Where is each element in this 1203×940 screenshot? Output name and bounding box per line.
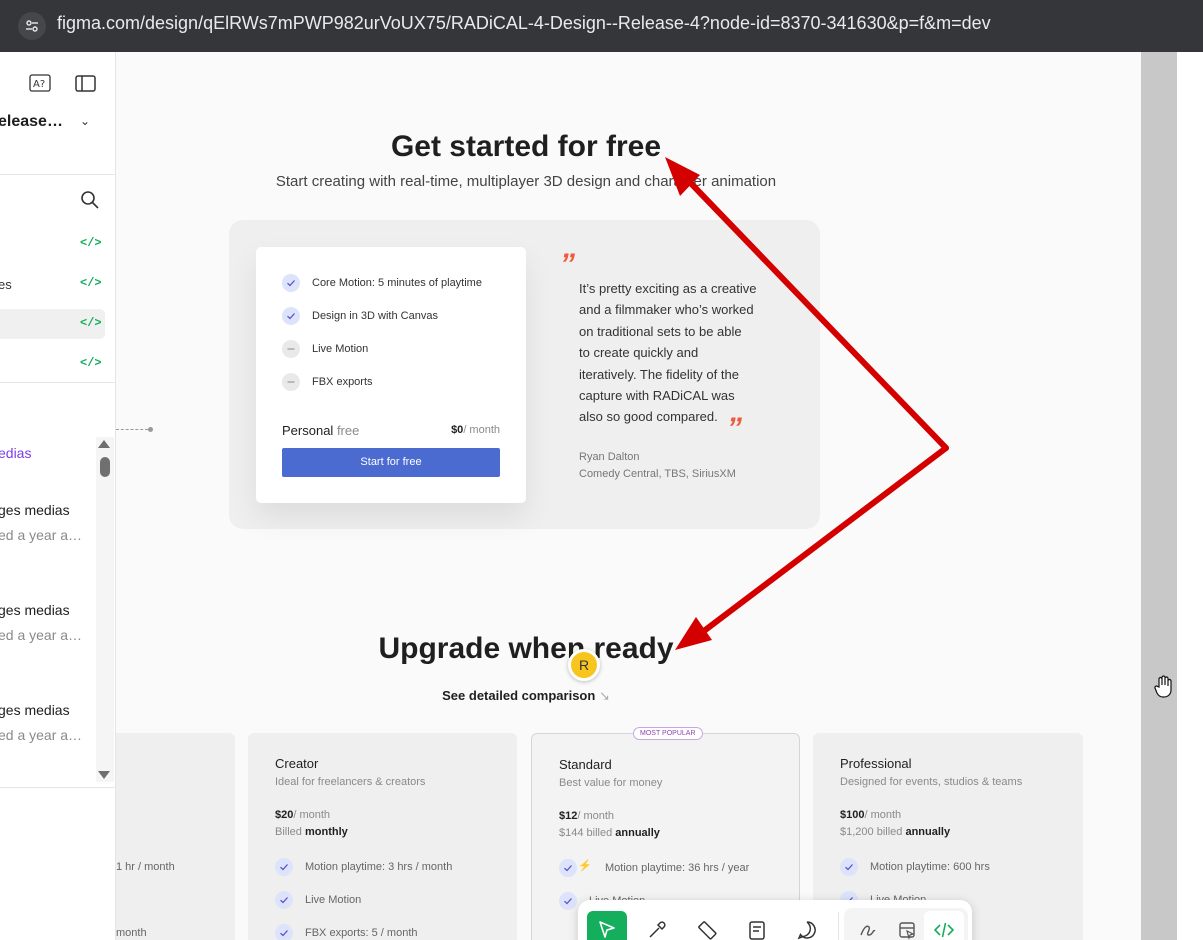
tier-feature: month: [116, 927, 147, 939]
tier-billing: Billed monthly: [275, 826, 348, 838]
tier-description: Best value for money: [559, 777, 663, 789]
tier-name: Standard: [559, 757, 612, 772]
tier-price: $12/ month: [559, 810, 615, 822]
tier-description: Ideal for freelancers & creators: [275, 776, 426, 788]
dev-code-icon[interactable]: </>: [80, 276, 102, 290]
check-icon: [559, 892, 577, 910]
tier-name: Professional: [840, 756, 912, 771]
comment-tool-button[interactable]: [787, 911, 827, 940]
collaborator-avatar[interactable]: R: [568, 649, 600, 681]
figma-left-panel: A? elease… ⌄ </> es </> </> </> edias ge…: [0, 52, 116, 940]
annotation-tool-button[interactable]: [737, 911, 777, 940]
divider: [0, 174, 115, 175]
design-canvas[interactable]: Get started for free Start creating with…: [116, 52, 1141, 940]
media-item-title[interactable]: ges medias: [0, 602, 70, 618]
check-icon: [559, 859, 577, 877]
check-icon: [275, 891, 293, 909]
testimonial-org: Comedy Central, TBS, SiriusXM: [579, 468, 736, 480]
close-quote-mark: ”: [727, 412, 742, 445]
draw-mode-button[interactable]: [848, 911, 888, 940]
dev-code-icon[interactable]: </>: [80, 316, 102, 330]
tier-price: $20/ month: [275, 809, 331, 821]
dev-code-icon[interactable]: </>: [80, 356, 102, 370]
tier-card-partial: 1 hr / month month: [116, 733, 235, 940]
scrollbar-track[interactable]: [96, 437, 114, 782]
chevron-down-icon[interactable]: ⌄: [80, 114, 90, 128]
file-name[interactable]: elease…: [0, 113, 63, 131]
scrollbar-thumb[interactable]: [100, 457, 110, 477]
tier-feature: 1 hr / month: [116, 861, 175, 873]
hero-title: Get started for free: [390, 130, 662, 163]
media-item-subtitle: ed a year a…: [0, 727, 83, 743]
testimonial-quote: It’s pretty exciting as a creative and a…: [579, 281, 757, 425]
connector-line: [116, 429, 148, 430]
search-icon[interactable]: [80, 190, 100, 215]
tier-price: $100/ month: [840, 809, 902, 821]
address-bar[interactable]: figma.com/design/qElRWs7mPWP982urVoUX75/…: [57, 13, 991, 34]
minus-icon: [282, 340, 300, 358]
dev-mode-toolbar: [578, 900, 972, 940]
svg-text:A?: A?: [33, 79, 45, 90]
lightning-icon: ⚡: [578, 860, 592, 872]
check-icon: [282, 307, 300, 325]
tier-name: Creator: [275, 756, 319, 771]
ruler-tool-button[interactable]: [687, 911, 727, 940]
check-icon: [282, 274, 300, 292]
tier-billing: $1,200 billed annually: [840, 826, 951, 838]
plan-price: $0/ month: [451, 424, 500, 436]
browser-url-bar: figma.com/design/qElRWs7mPWP982urVoUX75/…: [0, 0, 1203, 52]
tier-card-creator: Creator Ideal for freelancers & creators…: [248, 733, 517, 940]
divider: [0, 382, 115, 383]
dev-code-icon[interactable]: </>: [80, 236, 102, 250]
scroll-down-arrow[interactable]: [98, 771, 110, 779]
media-item-subtitle: ed a year a…: [0, 627, 83, 643]
scroll-up-arrow[interactable]: [98, 440, 110, 448]
sidebar-toggle-icon[interactable]: [74, 72, 98, 96]
upgrade-title: Upgrade when ready: [378, 632, 674, 665]
tier-billing: $144 billed annually: [559, 827, 660, 839]
start-free-button[interactable]: Start for free: [282, 448, 500, 477]
canvas-scrollbar-gutter[interactable]: [1141, 52, 1177, 940]
connector-dot: [148, 427, 153, 432]
design-mode-button[interactable]: [887, 911, 927, 940]
move-tool-button[interactable]: [587, 911, 627, 940]
minus-icon: [282, 373, 300, 391]
media-item-title[interactable]: ges medias: [0, 702, 70, 718]
most-popular-badge: MOST POPULAR: [633, 727, 703, 740]
hand-cursor-icon: [1153, 675, 1175, 704]
comparison-link[interactable]: See detailed comparison ↘: [116, 688, 936, 704]
check-icon: [275, 858, 293, 876]
plan-name: Personal free: [282, 423, 360, 438]
arrow-down-right-icon: ↘: [598, 688, 610, 703]
dev-mode-button[interactable]: [924, 911, 964, 940]
testimonial-author: Ryan Dalton: [579, 451, 640, 463]
check-icon: [275, 924, 293, 940]
text-translate-icon[interactable]: A?: [28, 72, 52, 96]
medias-section-title[interactable]: edias: [0, 445, 31, 461]
toolbar-divider: [838, 912, 839, 940]
hero-subtitle: Start creating with real-time, multiplay…: [275, 173, 777, 190]
personal-plan-card: Core Motion: 5 minutes of playtime Desig…: [256, 247, 526, 503]
tier-description: Designed for events, studios & teams: [840, 776, 1023, 788]
layer-row-label[interactable]: es: [0, 277, 12, 292]
media-item-subtitle: ed a year a…: [0, 527, 83, 543]
check-icon: [840, 858, 858, 876]
site-settings-icon[interactable]: [18, 12, 46, 40]
divider: [0, 787, 115, 788]
open-quote-mark: ”: [560, 248, 575, 281]
media-item-title[interactable]: ges medias: [0, 502, 70, 518]
eyedropper-tool-button[interactable]: [637, 911, 677, 940]
right-panel-edge: [1177, 52, 1203, 940]
